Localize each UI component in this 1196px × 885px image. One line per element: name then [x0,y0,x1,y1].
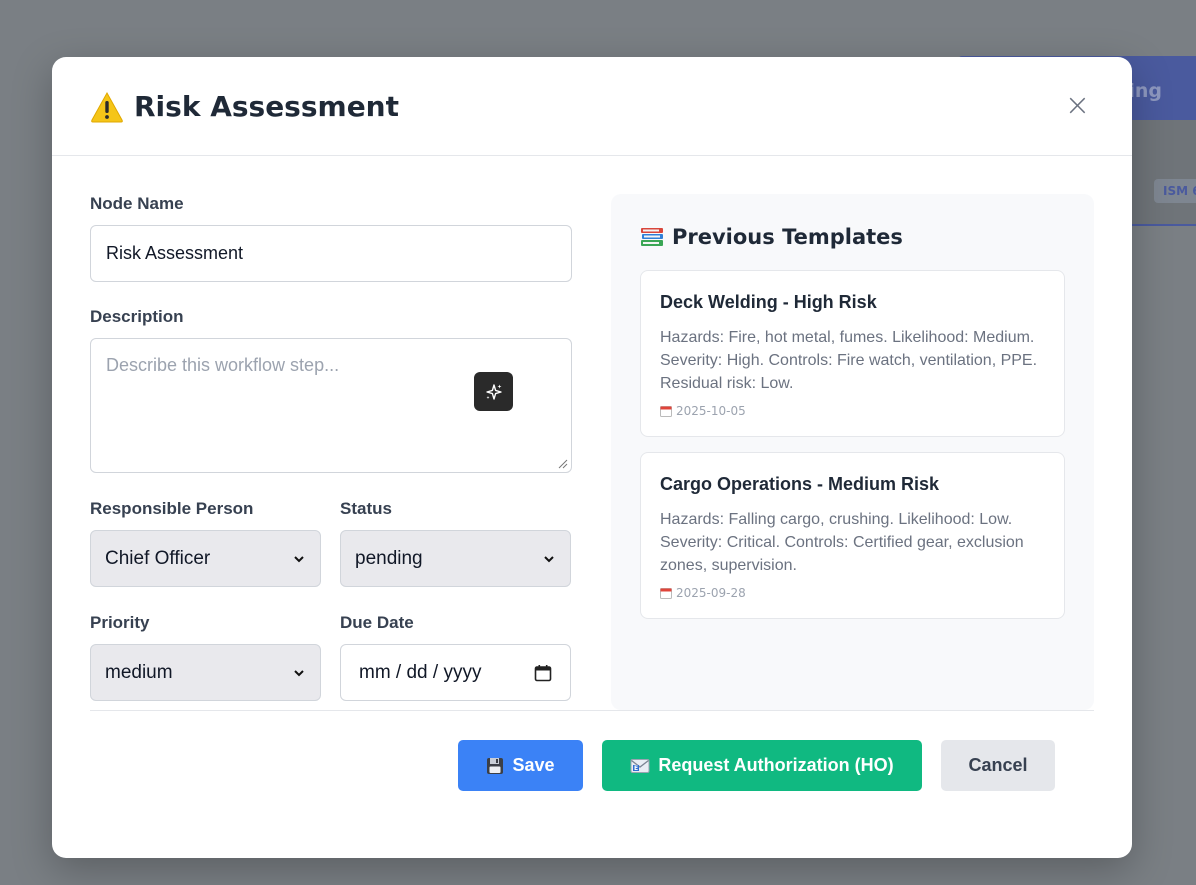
template-title: Cargo Operations - Medium Risk [660,474,940,494]
email-icon: E [630,758,650,773]
priority-label: Priority [90,613,150,632]
template-date: 2025-09-28 [660,586,1045,600]
template-date-text: 2025-10-05 [676,404,746,418]
calendar-icon [660,588,672,599]
description-placeholder: Describe this workflow step... [106,355,340,375]
person-status-row: Responsible Person Chief Officer Status … [90,499,572,587]
save-button[interactable]: Save [458,740,583,791]
responsible-person-value: Chief Officer [105,547,211,569]
modal-header: Risk Assessment × [52,57,1132,156]
template-title: Deck Welding - High Risk [660,292,877,312]
cancel-button[interactable]: Cancel [941,740,1055,791]
priority-date-row: Priority medium Due Date mm / dd / yyyy [90,613,572,701]
node-name-label: Node Name [90,194,184,213]
chevron-down-icon [544,555,554,562]
request-authorization-button[interactable]: E Request Authorization (HO) [602,740,922,791]
previous-templates-title: Previous Templates [640,225,1065,249]
chevron-down-icon [294,555,304,562]
due-date-field: Due Date mm / dd / yyyy [340,613,571,701]
status-value: pending [355,547,423,569]
description-textarea[interactable]: Describe this workflow step... [90,338,572,473]
responsible-person-field: Responsible Person Chief Officer [90,499,321,587]
sparkle-icon [485,383,502,400]
modal-body: Node Name Risk Assessment Description De… [52,156,1132,710]
floppy-disk-icon [487,757,504,774]
due-date-label: Due Date [340,613,414,632]
risk-assessment-modal: Risk Assessment × Node Name Risk Assessm… [52,57,1132,858]
status-field: Status pending [340,499,571,587]
status-select[interactable]: pending [340,530,571,587]
responsible-person-label: Responsible Person [90,499,254,518]
form-column: Node Name Risk Assessment Description De… [90,194,572,701]
template-description: Hazards: Falling cargo, crushing. Likeli… [660,511,1024,574]
books-icon [641,228,663,246]
previous-templates-panel: Previous Templates Deck Welding - High R… [611,194,1094,710]
ai-sparkle-button[interactable] [474,372,513,411]
priority-select[interactable]: medium [90,644,321,701]
svg-text:E: E [634,765,638,772]
warning-icon [90,91,124,123]
save-button-label: Save [512,755,555,775]
priority-field: Priority medium [90,613,321,701]
previous-templates-title-text: Previous Templates [672,225,903,249]
due-date-input[interactable]: mm / dd / yyyy [340,644,571,701]
status-label: Status [340,499,392,518]
footer-divider [90,710,1094,711]
priority-value: medium [105,661,173,683]
close-icon[interactable]: × [1065,91,1090,121]
modal-footer: Save E Request Authorization (HO) Cancel [458,740,1055,791]
template-date-text: 2025-09-28 [676,586,746,600]
modal-title: Risk Assessment [90,90,399,123]
node-name-input[interactable]: Risk Assessment [90,225,572,282]
template-date: 2025-10-05 [660,404,1045,418]
chevron-down-icon [294,669,304,676]
background-header-text: ing [1128,80,1162,102]
template-card[interactable]: Cargo Operations - Medium Risk Hazards: … [640,452,1065,619]
calendar-icon [660,406,672,417]
responsible-person-select[interactable]: Chief Officer [90,530,321,587]
due-date-placeholder: mm / dd / yyyy [359,661,482,683]
modal-title-text: Risk Assessment [134,89,400,123]
description-label: Description [90,307,184,326]
request-authorization-label: Request Authorization (HO) [658,755,894,775]
template-card[interactable]: Deck Welding - High Risk Hazards: Fire, … [640,270,1065,437]
background-tag: ISM 6 [1154,179,1196,203]
template-description: Hazards: Fire, hot metal, fumes. Likelih… [660,329,1038,392]
resize-grip-icon[interactable] [558,459,568,469]
calendar-icon[interactable] [534,664,552,682]
